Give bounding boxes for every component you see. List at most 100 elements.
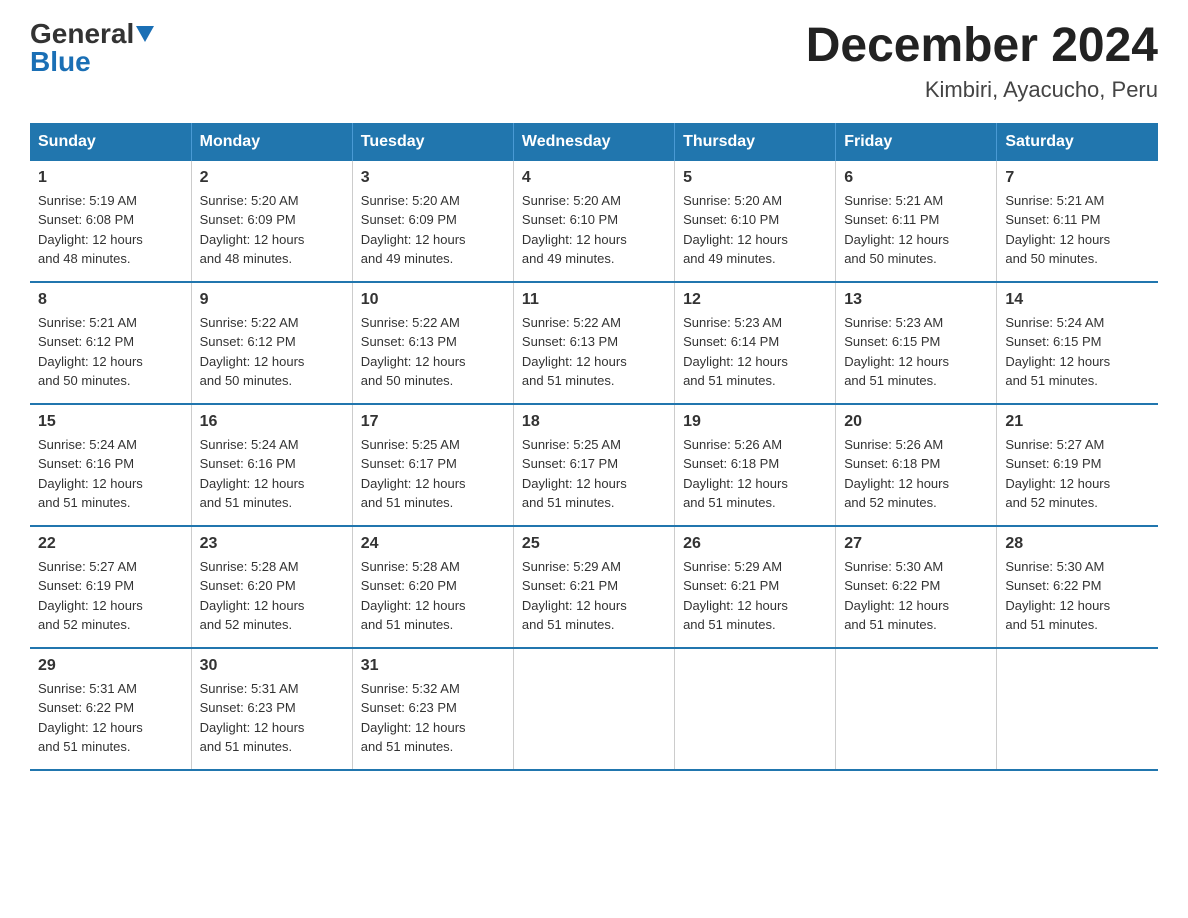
calendar-cell: 26 Sunrise: 5:29 AMSunset: 6:21 PMDaylig… (675, 526, 836, 648)
location-title: Kimbiri, Ayacucho, Peru (806, 77, 1158, 103)
calendar-cell: 30 Sunrise: 5:31 AMSunset: 6:23 PMDaylig… (191, 648, 352, 770)
week-row-1: 1 Sunrise: 5:19 AMSunset: 6:08 PMDayligh… (30, 161, 1158, 282)
day-info: Sunrise: 5:26 AMSunset: 6:18 PMDaylight:… (844, 437, 949, 511)
week-row-3: 15 Sunrise: 5:24 AMSunset: 6:16 PMDaylig… (30, 404, 1158, 526)
calendar-cell: 7 Sunrise: 5:21 AMSunset: 6:11 PMDayligh… (997, 161, 1158, 282)
day-number: 6 (844, 169, 988, 187)
calendar-cell: 3 Sunrise: 5:20 AMSunset: 6:09 PMDayligh… (352, 161, 513, 282)
calendar-cell (997, 648, 1158, 770)
day-number: 30 (200, 657, 344, 675)
day-info: Sunrise: 5:24 AMSunset: 6:16 PMDaylight:… (200, 437, 305, 511)
day-number: 9 (200, 291, 344, 309)
day-number: 22 (38, 535, 183, 553)
calendar-cell: 27 Sunrise: 5:30 AMSunset: 6:22 PMDaylig… (836, 526, 997, 648)
day-number: 12 (683, 291, 827, 309)
calendar-cell: 10 Sunrise: 5:22 AMSunset: 6:13 PMDaylig… (352, 282, 513, 404)
header-thursday: Thursday (675, 123, 836, 161)
calendar-cell: 19 Sunrise: 5:26 AMSunset: 6:18 PMDaylig… (675, 404, 836, 526)
header-monday: Monday (191, 123, 352, 161)
logo-general: General (30, 20, 134, 48)
day-info: Sunrise: 5:24 AMSunset: 6:15 PMDaylight:… (1005, 315, 1110, 389)
month-title: December 2024 (806, 20, 1158, 73)
day-number: 16 (200, 413, 344, 431)
calendar-cell: 15 Sunrise: 5:24 AMSunset: 6:16 PMDaylig… (30, 404, 191, 526)
day-info: Sunrise: 5:31 AMSunset: 6:22 PMDaylight:… (38, 681, 143, 755)
day-number: 27 (844, 535, 988, 553)
week-row-5: 29 Sunrise: 5:31 AMSunset: 6:22 PMDaylig… (30, 648, 1158, 770)
day-number: 19 (683, 413, 827, 431)
day-number: 7 (1005, 169, 1150, 187)
day-number: 20 (844, 413, 988, 431)
day-info: Sunrise: 5:20 AMSunset: 6:09 PMDaylight:… (200, 193, 305, 267)
header-sunday: Sunday (30, 123, 191, 161)
day-info: Sunrise: 5:23 AMSunset: 6:15 PMDaylight:… (844, 315, 949, 389)
calendar-cell: 28 Sunrise: 5:30 AMSunset: 6:22 PMDaylig… (997, 526, 1158, 648)
day-number: 15 (38, 413, 183, 431)
logo: General Blue (30, 20, 154, 76)
header-wednesday: Wednesday (513, 123, 674, 161)
day-info: Sunrise: 5:30 AMSunset: 6:22 PMDaylight:… (1005, 559, 1110, 633)
day-info: Sunrise: 5:22 AMSunset: 6:13 PMDaylight:… (522, 315, 627, 389)
day-info: Sunrise: 5:20 AMSunset: 6:10 PMDaylight:… (683, 193, 788, 267)
calendar-cell: 9 Sunrise: 5:22 AMSunset: 6:12 PMDayligh… (191, 282, 352, 404)
day-info: Sunrise: 5:19 AMSunset: 6:08 PMDaylight:… (38, 193, 143, 267)
calendar-cell: 20 Sunrise: 5:26 AMSunset: 6:18 PMDaylig… (836, 404, 997, 526)
calendar-header-row: SundayMondayTuesdayWednesdayThursdayFrid… (30, 123, 1158, 161)
day-number: 29 (38, 657, 183, 675)
day-number: 13 (844, 291, 988, 309)
calendar-cell: 8 Sunrise: 5:21 AMSunset: 6:12 PMDayligh… (30, 282, 191, 404)
calendar-cell: 14 Sunrise: 5:24 AMSunset: 6:15 PMDaylig… (997, 282, 1158, 404)
day-info: Sunrise: 5:27 AMSunset: 6:19 PMDaylight:… (1005, 437, 1110, 511)
logo-arrow-icon (136, 26, 154, 42)
title-area: December 2024 Kimbiri, Ayacucho, Peru (806, 20, 1158, 103)
calendar-cell: 17 Sunrise: 5:25 AMSunset: 6:17 PMDaylig… (352, 404, 513, 526)
page-header: General Blue December 2024 Kimbiri, Ayac… (30, 20, 1158, 103)
calendar-cell (675, 648, 836, 770)
header-tuesday: Tuesday (352, 123, 513, 161)
day-info: Sunrise: 5:21 AMSunset: 6:11 PMDaylight:… (1005, 193, 1110, 267)
day-number: 21 (1005, 413, 1150, 431)
day-number: 17 (361, 413, 505, 431)
calendar-cell: 12 Sunrise: 5:23 AMSunset: 6:14 PMDaylig… (675, 282, 836, 404)
day-number: 23 (200, 535, 344, 553)
day-number: 11 (522, 291, 666, 309)
day-info: Sunrise: 5:21 AMSunset: 6:12 PMDaylight:… (38, 315, 143, 389)
calendar-cell (513, 648, 674, 770)
week-row-2: 8 Sunrise: 5:21 AMSunset: 6:12 PMDayligh… (30, 282, 1158, 404)
day-number: 18 (522, 413, 666, 431)
day-number: 8 (38, 291, 183, 309)
calendar-cell: 25 Sunrise: 5:29 AMSunset: 6:21 PMDaylig… (513, 526, 674, 648)
day-info: Sunrise: 5:26 AMSunset: 6:18 PMDaylight:… (683, 437, 788, 511)
day-number: 3 (361, 169, 505, 187)
day-number: 31 (361, 657, 505, 675)
calendar-cell: 5 Sunrise: 5:20 AMSunset: 6:10 PMDayligh… (675, 161, 836, 282)
day-info: Sunrise: 5:25 AMSunset: 6:17 PMDaylight:… (522, 437, 627, 511)
calendar-cell: 24 Sunrise: 5:28 AMSunset: 6:20 PMDaylig… (352, 526, 513, 648)
calendar-cell: 21 Sunrise: 5:27 AMSunset: 6:19 PMDaylig… (997, 404, 1158, 526)
day-info: Sunrise: 5:25 AMSunset: 6:17 PMDaylight:… (361, 437, 466, 511)
day-number: 10 (361, 291, 505, 309)
day-number: 14 (1005, 291, 1150, 309)
day-number: 24 (361, 535, 505, 553)
calendar-cell: 23 Sunrise: 5:28 AMSunset: 6:20 PMDaylig… (191, 526, 352, 648)
logo-blue: Blue (30, 46, 91, 77)
day-number: 26 (683, 535, 827, 553)
day-info: Sunrise: 5:22 AMSunset: 6:13 PMDaylight:… (361, 315, 466, 389)
calendar-cell (836, 648, 997, 770)
day-number: 1 (38, 169, 183, 187)
day-number: 2 (200, 169, 344, 187)
day-info: Sunrise: 5:31 AMSunset: 6:23 PMDaylight:… (200, 681, 305, 755)
header-friday: Friday (836, 123, 997, 161)
day-info: Sunrise: 5:32 AMSunset: 6:23 PMDaylight:… (361, 681, 466, 755)
calendar-cell: 11 Sunrise: 5:22 AMSunset: 6:13 PMDaylig… (513, 282, 674, 404)
calendar-cell: 4 Sunrise: 5:20 AMSunset: 6:10 PMDayligh… (513, 161, 674, 282)
calendar-cell: 1 Sunrise: 5:19 AMSunset: 6:08 PMDayligh… (30, 161, 191, 282)
day-number: 5 (683, 169, 827, 187)
day-info: Sunrise: 5:29 AMSunset: 6:21 PMDaylight:… (683, 559, 788, 633)
calendar-cell: 29 Sunrise: 5:31 AMSunset: 6:22 PMDaylig… (30, 648, 191, 770)
calendar-table: SundayMondayTuesdayWednesdayThursdayFrid… (30, 123, 1158, 771)
day-info: Sunrise: 5:27 AMSunset: 6:19 PMDaylight:… (38, 559, 143, 633)
calendar-cell: 22 Sunrise: 5:27 AMSunset: 6:19 PMDaylig… (30, 526, 191, 648)
header-saturday: Saturday (997, 123, 1158, 161)
calendar-cell: 6 Sunrise: 5:21 AMSunset: 6:11 PMDayligh… (836, 161, 997, 282)
